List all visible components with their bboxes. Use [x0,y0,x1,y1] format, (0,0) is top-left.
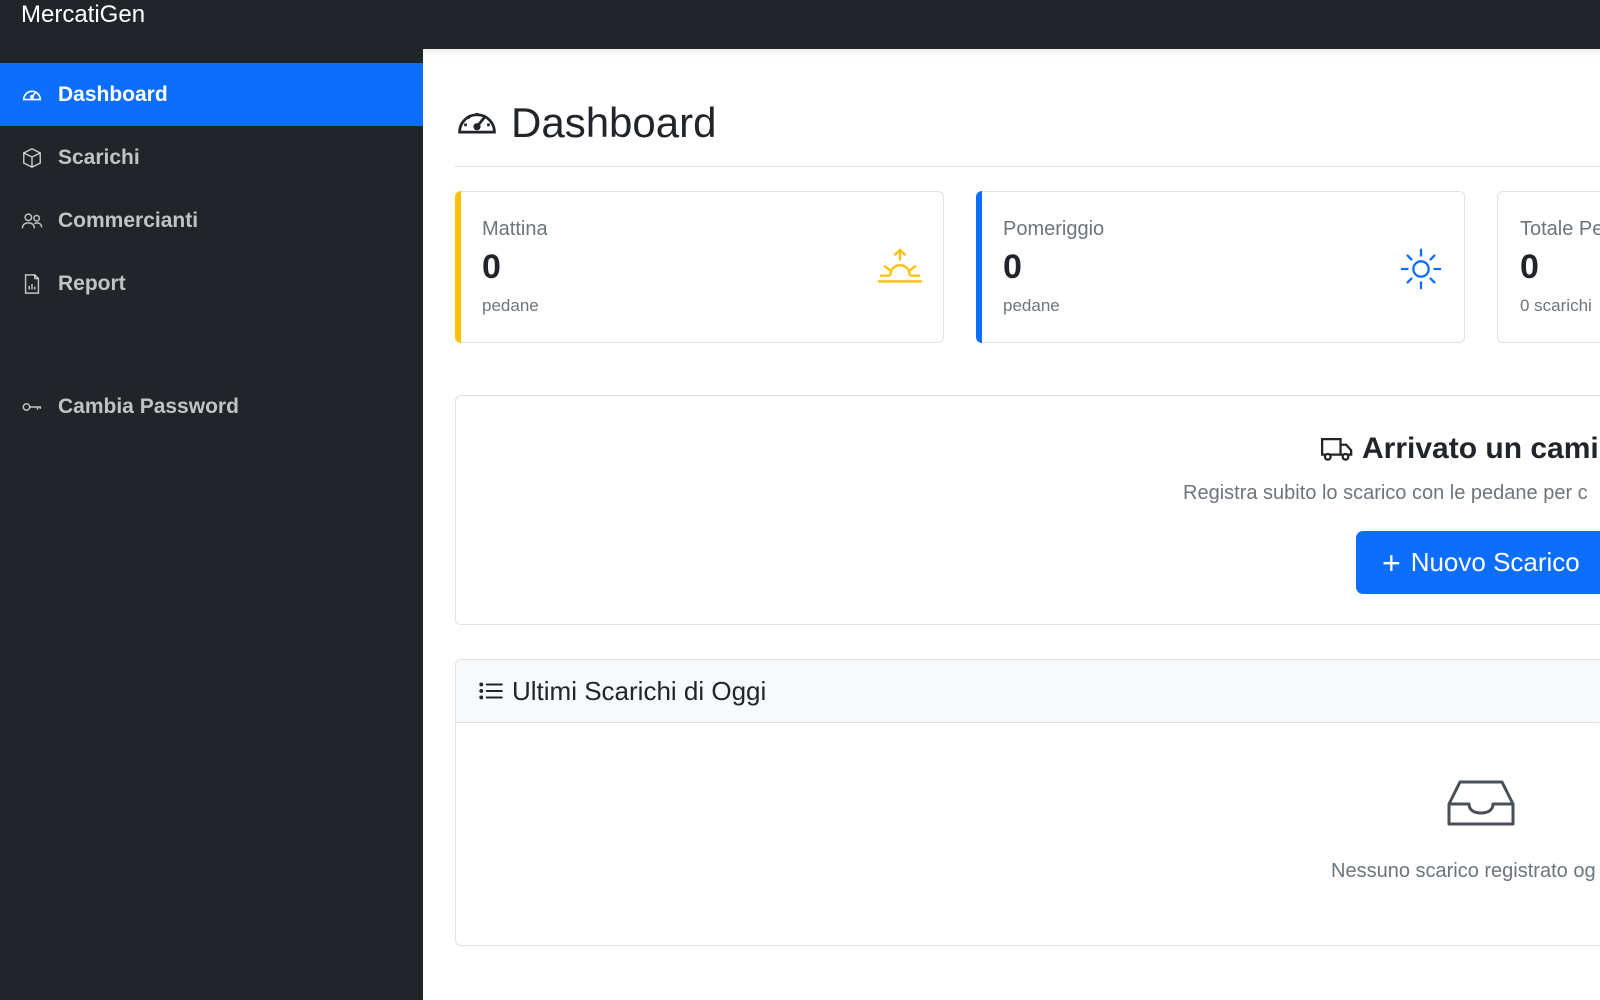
card-accent [455,191,461,343]
sidebar-item-label: Dashboard [58,82,168,106]
cta-description: Registra subito lo scarico con le pedane… [1183,482,1588,504]
page-title: Dashboard [511,99,717,146]
card-title: Ultimi Scarichi di Oggi [512,675,767,706]
brand-logo[interactable]: MercatiGen [21,0,145,30]
stat-unit: pedane [482,296,539,315]
sidebar-item-label: Scarichi [58,145,140,169]
sidebar-item-commercianti[interactable]: Commercianti [0,189,423,252]
page-header: Dashboard [455,97,716,149]
key-icon [21,396,43,418]
speedometer-icon [21,84,43,106]
sidebar-item-label: Commercianti [58,208,199,232]
sidebar-item-cambia-password[interactable]: Cambia Password [0,375,423,438]
button-label: Nuovo Scarico [1410,547,1580,577]
sun-icon [1398,246,1444,292]
sidebar-item-label: Cambia Password [58,394,239,418]
stat-label: Pomeriggio [1003,218,1105,240]
report-icon [21,273,43,295]
sidebar-item-scarichi[interactable]: Scarichi [0,126,423,189]
sidebar-item-report[interactable]: Report [0,252,423,315]
recent-unloads-card: Ultimi Scarichi di Oggi Nessuno scarico … [455,659,1600,946]
list-icon [479,682,503,700]
speedometer-icon [458,112,496,134]
sidebar-item-label: Report [58,271,126,295]
sidebar: Dashboard Scarichi Commercianti Report C… [0,49,423,1000]
truck-icon [1320,437,1353,461]
empty-state-text: Nessuno scarico registrato og [1331,860,1596,882]
plus-icon: + [1382,544,1401,581]
card-header: Ultimi Scarichi di Oggi [456,660,1600,723]
stat-card-totale: Totale Pe 0 0 scarichi [1497,191,1600,343]
main-content: Dashboard Mattina 0 pedane Pomeriggio 0 … [423,49,1600,1000]
stat-value: 0 [1520,248,1539,286]
card-accent [976,191,982,343]
stat-value: 0 [482,248,501,286]
stat-card-mattina: Mattina 0 pedane [455,191,944,343]
stat-unit: 0 scarichi [1520,296,1592,315]
inbox-icon [1446,778,1516,828]
stat-label: Totale Pe [1520,218,1600,240]
stat-unit: pedane [1003,296,1060,315]
cta-title: Arrivato un camic [1320,432,1600,466]
cta-title-text: Arrivato un camic [1362,432,1600,465]
top-navbar: MercatiGen [0,0,1600,49]
box-icon [21,147,43,169]
stat-card-pomeriggio: Pomeriggio 0 pedane [976,191,1465,343]
new-unload-card: Arrivato un camic Registra subito lo sca… [455,395,1600,625]
people-icon [21,210,43,232]
sunrise-icon [877,246,923,292]
stat-value: 0 [1003,248,1022,286]
new-unload-button[interactable]: + Nuovo Scarico [1356,531,1600,594]
stat-label: Mattina [482,218,548,240]
divider [455,166,1600,167]
sidebar-item-dashboard[interactable]: Dashboard [0,63,423,126]
